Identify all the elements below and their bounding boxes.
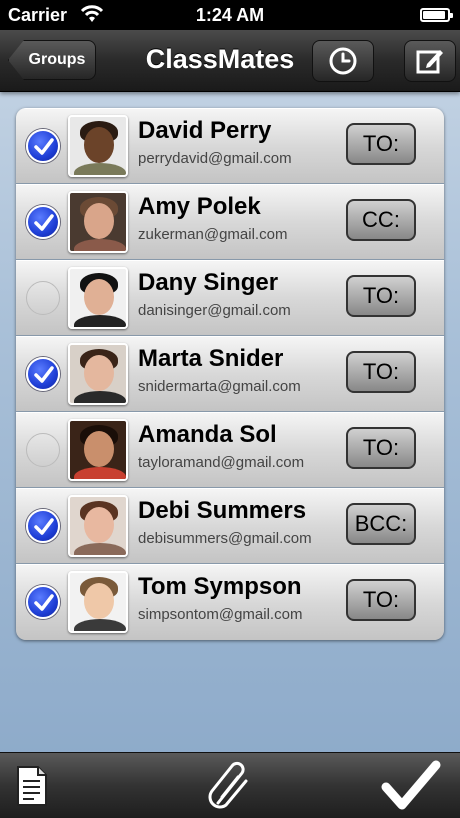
contact-email: danisinger@gmail.com bbox=[138, 302, 291, 319]
contact-name: Dany Singer bbox=[138, 269, 279, 296]
selected-check-icon[interactable] bbox=[26, 357, 60, 391]
history-button[interactable] bbox=[312, 40, 374, 82]
contact-email: simpsontom@gmail.com bbox=[138, 606, 303, 623]
recipient-type-button[interactable]: TO: bbox=[346, 579, 416, 621]
contact-email: zukerman@gmail.com bbox=[138, 226, 288, 243]
contact-name: David Perry bbox=[138, 117, 272, 144]
contact-email: snidermarta@gmail.com bbox=[138, 378, 301, 395]
paperclip-icon bbox=[208, 761, 248, 809]
contact-name: Amanda Sol bbox=[138, 421, 277, 448]
contact-row[interactable]: Debi Summers debisummers@gmail.com BCC: bbox=[16, 488, 444, 564]
recipient-type-button[interactable]: TO: bbox=[346, 123, 416, 165]
document-icon bbox=[17, 766, 47, 806]
contact-row[interactable]: David Perry perrydavid@gmail.com TO: bbox=[16, 108, 444, 184]
recipient-type-button[interactable]: TO: bbox=[346, 351, 416, 393]
bottom-toolbar bbox=[0, 752, 460, 818]
battery-icon bbox=[420, 8, 453, 22]
compose-icon bbox=[416, 50, 443, 74]
contacts-list: David Perry perrydavid@gmail.com TO: Amy… bbox=[16, 108, 444, 640]
contact-name: Tom Sympson bbox=[138, 573, 302, 600]
avatar bbox=[68, 343, 128, 405]
contact-name: Amy Polek bbox=[138, 193, 261, 220]
checkmark-icon bbox=[381, 760, 441, 810]
contact-row[interactable]: Tom Sympson simpsontom@gmail.com TO: bbox=[16, 564, 444, 640]
avatar bbox=[68, 267, 128, 329]
contact-row[interactable]: Marta Snider snidermarta@gmail.com TO: bbox=[16, 336, 444, 412]
status-bar: Carrier 1:24 AM bbox=[0, 0, 460, 30]
status-time: 1:24 AM bbox=[195, 5, 265, 25]
document-button[interactable] bbox=[14, 759, 50, 814]
avatar bbox=[68, 495, 128, 557]
avatar bbox=[68, 571, 128, 633]
recipient-type-button[interactable]: BCC: bbox=[346, 503, 416, 545]
groups-back-button[interactable]: Groups bbox=[8, 40, 96, 80]
contact-row[interactable]: Amy Polek zukerman@gmail.com CC: bbox=[16, 184, 444, 260]
avatar bbox=[68, 419, 128, 481]
selected-check-icon[interactable] bbox=[26, 129, 60, 163]
recipient-type-button[interactable]: CC: bbox=[346, 199, 416, 241]
done-button[interactable] bbox=[380, 759, 442, 818]
contact-email: debisummers@gmail.com bbox=[138, 530, 312, 547]
recipient-type-button[interactable]: TO: bbox=[346, 427, 416, 469]
navigation-bar: Groups ClassMates bbox=[0, 30, 460, 92]
contact-name: Debi Summers bbox=[138, 497, 307, 524]
selected-check-icon[interactable] bbox=[26, 509, 60, 543]
recipient-type-button[interactable]: TO: bbox=[346, 275, 416, 317]
selected-check-icon[interactable] bbox=[26, 585, 60, 619]
contact-email: tayloramand@gmail.com bbox=[138, 454, 305, 471]
compose-button[interactable] bbox=[404, 40, 456, 82]
contact-name: Marta Snider bbox=[138, 345, 284, 372]
unselected-check-icon[interactable] bbox=[26, 281, 60, 315]
clock-icon bbox=[329, 47, 357, 75]
contact-row[interactable]: Amanda Sol tayloramand@gmail.com TO: bbox=[16, 412, 444, 488]
avatar bbox=[68, 115, 128, 177]
back-button-label: Groups bbox=[28, 51, 86, 68]
avatar bbox=[68, 191, 128, 253]
unselected-check-icon[interactable] bbox=[26, 433, 60, 467]
attach-button[interactable] bbox=[204, 759, 256, 818]
selected-check-icon[interactable] bbox=[26, 205, 60, 239]
contact-row[interactable]: Dany Singer danisinger@gmail.com TO: bbox=[16, 260, 444, 336]
page-title: ClassMates bbox=[145, 44, 295, 74]
contact-email: perrydavid@gmail.com bbox=[138, 150, 292, 167]
